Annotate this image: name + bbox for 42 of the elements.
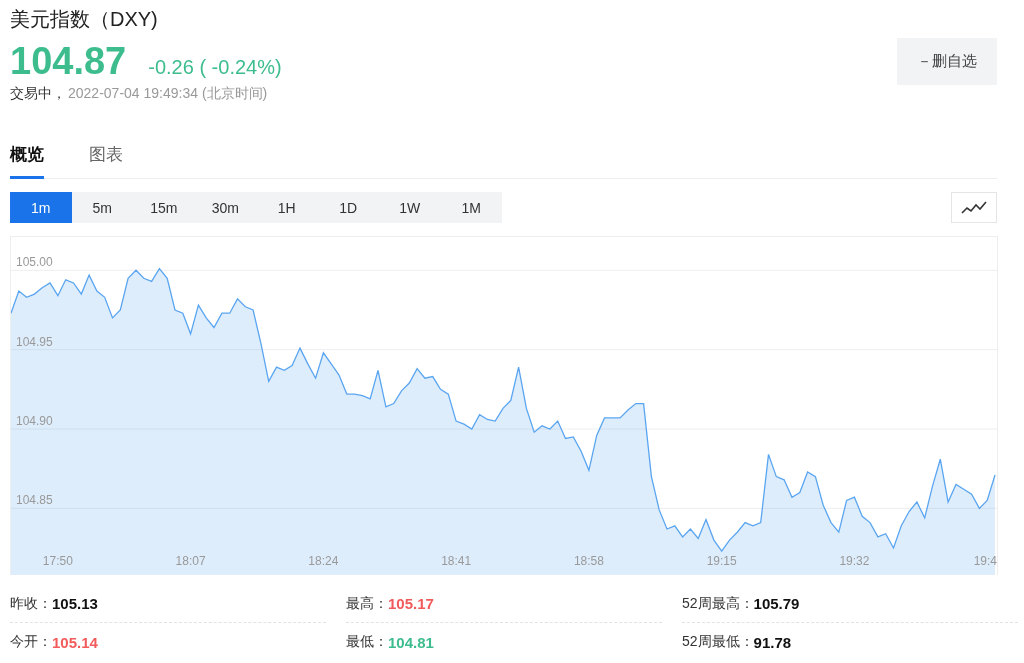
x-axis-label: 18:41 — [441, 554, 472, 568]
x-axis-label: 18:24 — [308, 554, 339, 568]
y-axis-label: 104.95 — [16, 334, 53, 349]
tab[interactable]: 图表 — [89, 143, 123, 179]
price-change: -0.26 ( -0.24%) — [148, 56, 282, 79]
interval-button[interactable]: 1M — [440, 192, 502, 223]
trading-status: 交易中， — [10, 85, 66, 103]
interval-button[interactable]: 30m — [194, 192, 256, 223]
stat-value: 104.81 — [388, 633, 434, 651]
x-axis-label: 19:15 — [706, 554, 737, 568]
interval-button[interactable]: 1H — [256, 192, 318, 223]
x-axis-label: 18:58 — [573, 554, 604, 568]
line-chart-icon — [961, 200, 987, 215]
stat-label: 最高： — [346, 594, 388, 613]
x-axis-label: 18:07 — [175, 554, 206, 568]
interval-button[interactable]: 5m — [71, 192, 133, 223]
stat-label: 52周最高： — [682, 594, 754, 613]
stat-label: 今开： — [10, 633, 52, 651]
stat-value: 91.78 — [753, 633, 792, 651]
y-axis-label: 104.85 — [16, 493, 53, 508]
remove-watchlist-button[interactable]: －删自选 — [897, 38, 997, 85]
tab[interactable]: 概览 — [10, 143, 44, 179]
stat-value: 105.14 — [52, 633, 98, 651]
page-title: 美元指数（DXY) — [10, 7, 159, 32]
stat-label: 昨收： — [10, 594, 52, 613]
interval-button[interactable]: 1D — [317, 192, 379, 223]
chart-type-button[interactable] — [951, 192, 997, 223]
interval-button[interactable]: 1m — [10, 192, 72, 223]
y-axis-label: 105.00 — [16, 255, 53, 270]
x-axis-label: 19:32 — [839, 554, 870, 568]
stat-label: 最低： — [346, 633, 388, 651]
y-axis-label: 104.90 — [16, 414, 53, 428]
stat-value: 105.17 — [388, 595, 434, 612]
x-axis-label: 17:50 — [42, 554, 73, 568]
x-axis-label: 19:4 — [973, 554, 997, 568]
price: 104.87 — [10, 40, 127, 83]
timestamp: 2022-07-04 19:49:34 (北京时间) — [68, 85, 268, 103]
interval-button[interactable]: 15m — [133, 192, 195, 223]
stat-label: 52周最低： — [682, 633, 754, 651]
stat-value: 105.13 — [52, 595, 98, 612]
interval-button[interactable]: 1W — [379, 192, 441, 223]
stat-value: 105.79 — [753, 595, 800, 612]
